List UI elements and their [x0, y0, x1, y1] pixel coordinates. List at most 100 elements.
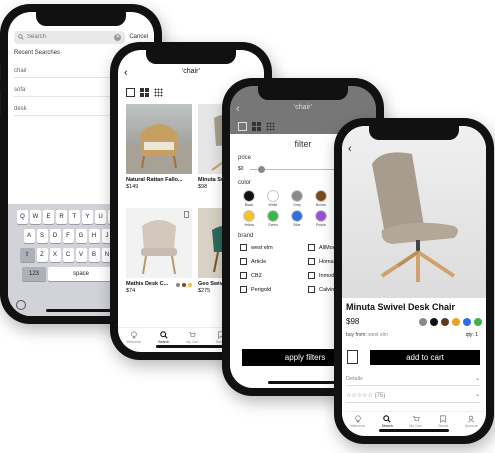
grid-view-icon[interactable] [140, 88, 149, 97]
keyboard-key[interactable]: C [62, 248, 74, 262]
brand-checkbox[interactable] [308, 286, 315, 293]
keyboard-key[interactable]: T [69, 210, 80, 224]
keyboard-key[interactable]: E [43, 210, 54, 224]
brand-name: Perigold [251, 286, 272, 293]
keyboard-key[interactable]: F [62, 229, 74, 243]
brand-name: Inmod [319, 272, 335, 279]
keyboard-key[interactable]: D [49, 229, 61, 243]
keyboard-key[interactable]: Z [36, 248, 48, 262]
keyboard-key[interactable]: X [49, 248, 61, 262]
tab-welcome[interactable]: Welcome [127, 331, 141, 344]
keyboard-key[interactable]: U [95, 210, 106, 224]
keyboard-key[interactable]: V [75, 248, 87, 262]
brand-name: CB2 [251, 272, 262, 279]
buy-from[interactable]: buy from: west elm [346, 332, 388, 338]
tab-welcome[interactable]: Welcome [350, 415, 365, 428]
brand-option[interactable]: CB2 [240, 272, 300, 279]
bulb-icon [131, 331, 137, 339]
list-view-icon[interactable] [238, 122, 247, 131]
phone-product-screen: ‹ Minuta Swivel Desk Chair $98 buy from:… [334, 118, 494, 444]
cancel-button[interactable]: Cancel [129, 34, 148, 40]
bookmark-icon[interactable] [184, 211, 189, 218]
dense-grid-icon[interactable] [266, 122, 275, 131]
brand-option[interactable]: west elm [240, 244, 300, 251]
brand-option[interactable]: Article [240, 258, 300, 265]
color-option[interactable]: Grey [286, 190, 308, 207]
product-image: ‹ [342, 126, 486, 298]
slider-handle[interactable] [258, 166, 265, 173]
tab-account[interactable]: Account [465, 415, 478, 428]
product-card[interactable]: Mathis Desk C... $74 [126, 208, 192, 294]
keyboard-key[interactable]: R [56, 210, 67, 224]
color-option[interactable]: Yellow [238, 210, 260, 227]
quantity-field[interactable]: qty: 1 [466, 332, 478, 338]
color-option[interactable]: Black [238, 190, 260, 207]
product-title: Minuta Swivel Desk Chair [346, 302, 456, 312]
bookmark-icon[interactable] [347, 350, 358, 364]
color-swatch [315, 190, 327, 202]
brand-checkbox[interactable] [240, 258, 247, 265]
shift-key[interactable]: ⇧ [19, 248, 35, 262]
star-rating: ☆☆☆☆☆ [346, 393, 373, 399]
product-screen: ‹ Minuta Swivel Desk Chair $98 buy from:… [342, 126, 486, 436]
keyboard-key[interactable]: H [88, 229, 100, 243]
color-name: White [268, 203, 278, 207]
reviews-row[interactable]: ☆☆☆☆☆ (75) ⌄ [346, 392, 480, 403]
back-icon[interactable]: ‹ [124, 66, 128, 80]
tab-search[interactable]: Search [382, 415, 393, 428]
keyboard-key[interactable]: A [23, 229, 35, 243]
product-price: $149 [126, 184, 139, 190]
color-option[interactable]: Blue [286, 210, 308, 227]
color-swatch[interactable] [441, 318, 449, 326]
color-option[interactable]: Purple [310, 210, 332, 227]
color-swatch [291, 190, 303, 202]
color-swatch[interactable] [430, 318, 438, 326]
color-option[interactable]: White [262, 190, 284, 207]
color-swatch[interactable] [419, 318, 427, 326]
brand-checkbox[interactable] [308, 244, 315, 251]
user-icon [468, 415, 475, 423]
search-field[interactable]: ✕ [14, 30, 126, 44]
details-row[interactable]: Details ⌄ [346, 376, 480, 386]
keyboard-key[interactable]: G [75, 229, 87, 243]
keyboard-key[interactable]: B [88, 248, 100, 262]
color-option[interactable]: Green [262, 210, 284, 227]
color-name: Black [244, 203, 254, 207]
brand-checkbox[interactable] [240, 272, 247, 279]
keyboard-key[interactable]: W [30, 210, 41, 224]
key-space[interactable]: space [48, 267, 114, 281]
tab-search[interactable]: Search [158, 331, 169, 344]
back-icon[interactable]: ‹ [236, 102, 240, 116]
globe-icon[interactable] [16, 300, 26, 310]
color-swatch [291, 210, 303, 222]
key-123[interactable]: 123 [22, 267, 46, 281]
product-card[interactable]: Natural Rattan Fallo... $149 [126, 104, 192, 190]
tab-cart[interactable]: My Cart [409, 415, 422, 428]
color-swatch[interactable] [463, 318, 471, 326]
chevron-down-icon: ⌄ [474, 376, 480, 382]
tab-saved[interactable]: Saved [438, 415, 448, 428]
add-to-cart-button[interactable]: add to cart [370, 350, 480, 365]
brand-checkbox[interactable] [308, 272, 315, 279]
keyboard-key[interactable]: Q [17, 210, 28, 224]
price-min: $0 [238, 166, 244, 172]
grid-view-icon[interactable] [252, 122, 261, 131]
keyboard-key[interactable]: S [36, 229, 48, 243]
brand-option[interactable]: Perigold [240, 286, 300, 293]
list-view-icon[interactable] [126, 88, 135, 97]
search-input[interactable] [27, 34, 87, 40]
product-price: $74 [126, 288, 136, 294]
brand-checkbox[interactable] [240, 244, 247, 251]
clear-icon[interactable]: ✕ [114, 33, 122, 41]
brand-checkbox[interactable] [308, 258, 315, 265]
keyboard-key[interactable]: Y [82, 210, 93, 224]
tab-cart[interactable]: My Cart [186, 331, 199, 344]
color-swatch[interactable] [452, 318, 460, 326]
brand-checkbox[interactable] [240, 286, 247, 293]
color-swatch[interactable] [474, 318, 482, 326]
color-option[interactable]: Brown [310, 190, 332, 207]
color-swatches [419, 318, 482, 326]
color-swatch [243, 190, 255, 202]
dense-grid-icon[interactable] [154, 88, 163, 97]
cart-icon [189, 332, 197, 337]
